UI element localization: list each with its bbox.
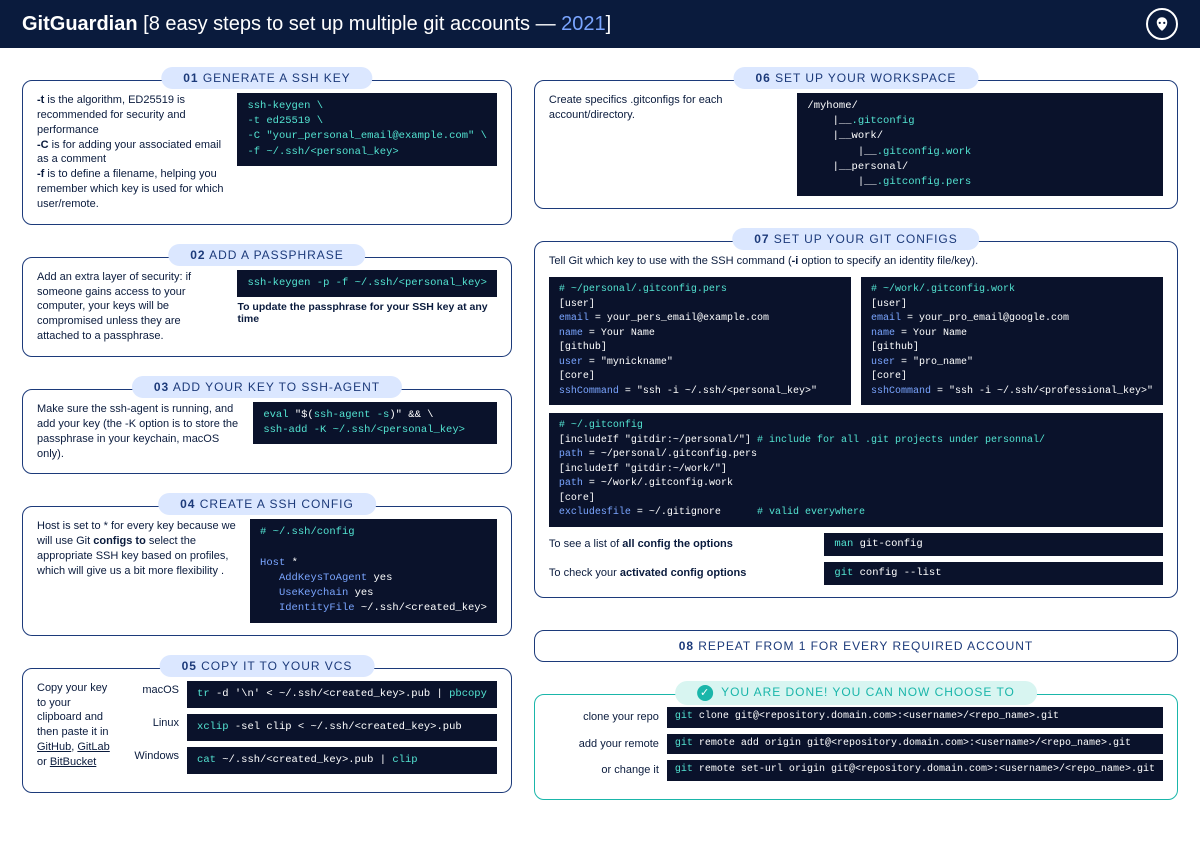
step-1-code: ssh-keygen \ -t ed25519 \ -C "your_perso…	[237, 93, 496, 166]
step-1-card: 01 GENERATE A SSH KEY -t is the algorith…	[22, 80, 512, 225]
owl-logo-icon	[1146, 8, 1178, 40]
step-2-code: ssh-keygen -p -f ~/.ssh/<personal_key>	[237, 270, 496, 297]
step-5-badge: 05 COPY IT TO YOUR VCS	[160, 655, 375, 677]
step-3-code: eval "$(ssh-agent -s)" && \ ssh-add -K ~…	[253, 402, 497, 444]
step-3-card: 03 ADD YOUR KEY TO SSH-AGENT Make sure t…	[22, 389, 512, 474]
step-2-sub: To update the passphrase for your SSH ke…	[237, 301, 496, 325]
check-icon: ✓	[697, 685, 713, 701]
step-5-desc: Copy your key to your clipboard and then…	[37, 681, 113, 770]
os-windows-label: Windows	[127, 747, 179, 762]
step-6-badge: 06 SET UP YOUR WORKSPACE	[734, 67, 979, 89]
gitlab-link[interactable]: GitLab	[77, 741, 109, 753]
linux-code: xclip -sel clip < ~/.ssh/<created_key>.p…	[187, 714, 497, 741]
add-remote-label: add your remote	[549, 738, 659, 750]
step-6-code: /myhome/ |__.gitconfig |__work/ |__.gitc…	[797, 93, 1163, 196]
windows-code: cat ~/.ssh/<created_key>.pub | clip	[187, 747, 497, 774]
done-card: ✓ YOU ARE DONE! YOU CAN NOW CHOOSE TO cl…	[534, 694, 1178, 800]
os-linux-label: Linux	[127, 714, 179, 729]
man-gitconfig-code: man git-config	[824, 533, 1163, 556]
year: 2021	[561, 13, 606, 35]
step-2-badge: 02 ADD A PASSPHRASE	[168, 244, 365, 266]
page-body: 01 GENERATE A SSH KEY -t is the algorith…	[0, 48, 1200, 828]
github-link[interactable]: GitHub	[37, 741, 71, 753]
step-2-desc: Add an extra layer of security: if someo…	[37, 270, 223, 344]
add-remote-code: git remote add origin git@<repository.do…	[667, 734, 1163, 755]
brand-name: GitGuardian	[22, 13, 138, 35]
step-6-card: 06 SET UP YOUR WORKSPACE Create specific…	[534, 80, 1178, 209]
git-config-list-code: git config --list	[824, 562, 1163, 585]
step-4-code: # ~/.ssh/config Host * AddKeysToAgent ye…	[250, 519, 497, 622]
step-3-desc: Make sure the ssh-agent is running, and …	[37, 402, 239, 461]
clone-label: clone your repo	[549, 711, 659, 723]
step-6-desc: Create specifics .gitconfigs for each ac…	[549, 93, 784, 123]
step-2-card: 02 ADD A PASSPHRASE Add an extra layer o…	[22, 257, 512, 357]
step-1-desc: -t is the algorithm, ED25519 is recommen…	[37, 93, 223, 212]
gitconfig-pers-code: # ~/personal/.gitconfig.pers [user] emai…	[549, 277, 851, 405]
done-badge: ✓ YOU ARE DONE! YOU CAN NOW CHOOSE TO	[675, 681, 1037, 705]
note-activated-config: To check your activated config options	[549, 567, 815, 579]
step-5-card: 05 COPY IT TO YOUR VCS Copy your key to …	[22, 668, 512, 794]
header-bar: GitGuardian [8 easy steps to set up mult…	[0, 0, 1200, 48]
step-7-desc: Tell Git which key to use with the SSH c…	[549, 254, 1163, 269]
gitconfig-work-code: # ~/work/.gitconfig.work [user] email = …	[861, 277, 1163, 405]
macos-code: tr -d '\n' < ~/.ssh/<created_key>.pub | …	[187, 681, 497, 708]
step-8-banner: 08 REPEAT FROM 1 FOR EVERY REQUIRED ACCO…	[534, 630, 1178, 662]
step-4-card: 04 CREATE A SSH CONFIG Host is set to * …	[22, 506, 512, 635]
left-column: 01 GENERATE A SSH KEY -t is the algorith…	[22, 66, 512, 818]
note-all-config: To see a list of all config the options	[549, 538, 815, 550]
bitbucket-link[interactable]: BitBucket	[50, 756, 96, 768]
step-4-badge: 04 CREATE A SSH CONFIG	[158, 493, 376, 515]
step-1-badge: 01 GENERATE A SSH KEY	[161, 67, 372, 89]
os-macos-label: macOS	[127, 681, 179, 696]
change-remote-label: or change it	[549, 764, 659, 776]
step-3-badge: 03 ADD YOUR KEY TO SSH-AGENT	[132, 376, 402, 398]
step-7-badge: 07 SET UP YOUR GIT CONFIGS	[732, 228, 979, 250]
step-4-desc: Host is set to * for every key because w…	[37, 519, 236, 578]
step-7-card: 07 SET UP YOUR GIT CONFIGS Tell Git whic…	[534, 241, 1178, 598]
right-column: 06 SET UP YOUR WORKSPACE Create specific…	[534, 66, 1178, 818]
clone-code: git clone git@<repository.domain.com>:<u…	[667, 707, 1163, 728]
change-remote-code: git remote set-url origin git@<repositor…	[667, 760, 1163, 781]
page-title: GitGuardian [8 easy steps to set up mult…	[22, 13, 611, 36]
gitconfig-root-code: # ~/.gitconfig [includeIf "gitdir:~/pers…	[549, 413, 1163, 527]
